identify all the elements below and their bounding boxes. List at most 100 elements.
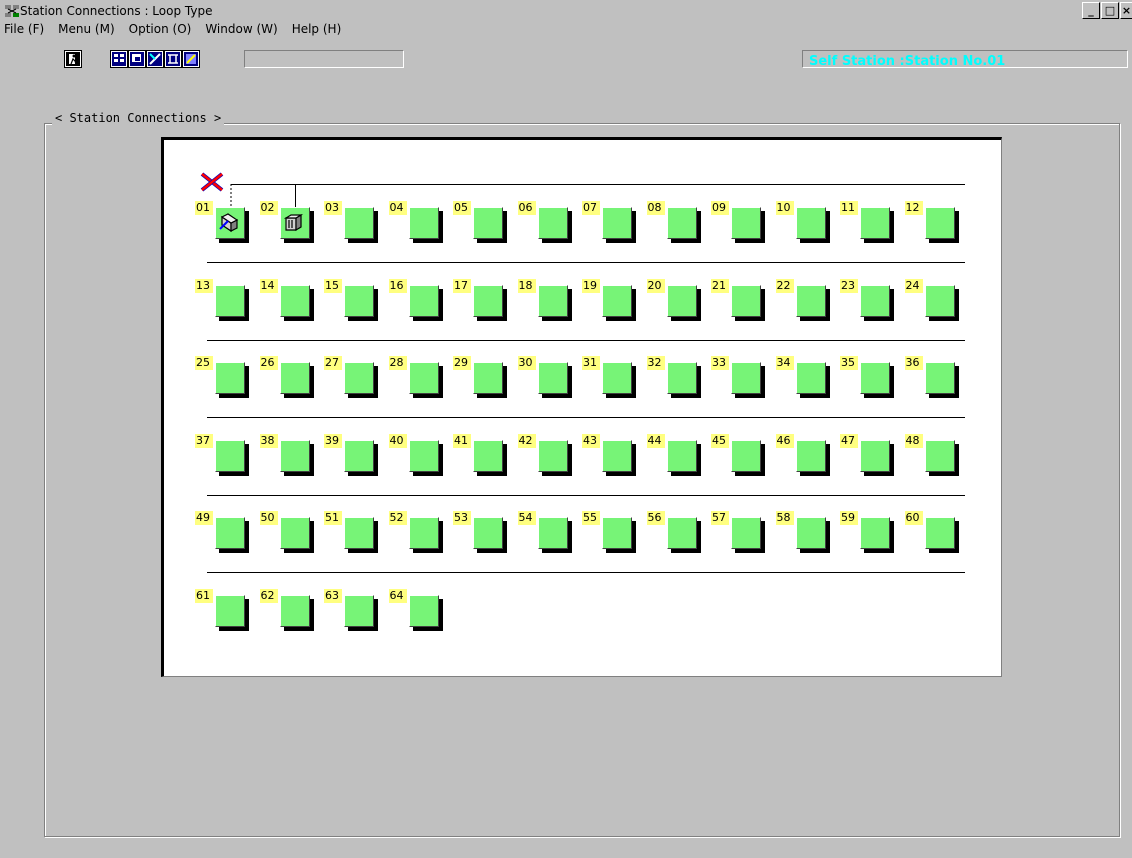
station-box[interactable] xyxy=(279,362,310,394)
station-box[interactable] xyxy=(666,284,697,317)
station-62[interactable]: 62 xyxy=(259,588,314,633)
station-47[interactable]: 47 xyxy=(840,433,894,478)
station-38[interactable]: 38 xyxy=(259,433,314,478)
station-31[interactable]: 31 xyxy=(582,356,636,400)
station-61[interactable]: 61 xyxy=(195,588,249,633)
station-21[interactable]: 21 xyxy=(711,278,765,323)
station-58[interactable]: 58 xyxy=(775,511,830,555)
station-03[interactable]: 03 xyxy=(324,201,378,245)
station-box[interactable] xyxy=(279,439,310,472)
station-63[interactable]: 63 xyxy=(324,588,378,633)
station-box[interactable] xyxy=(215,362,245,394)
station-55[interactable]: 55 xyxy=(582,511,636,555)
station-27[interactable]: 27 xyxy=(324,356,378,400)
menu-file[interactable]: File (F) xyxy=(4,22,44,36)
station-box[interactable] xyxy=(408,207,439,239)
station-06[interactable]: 06 xyxy=(517,201,572,245)
station-23[interactable]: 23 xyxy=(840,278,894,323)
station-box[interactable] xyxy=(924,517,955,549)
station-box[interactable] xyxy=(602,517,632,549)
station-box[interactable] xyxy=(473,362,503,394)
station-14[interactable]: 14 xyxy=(259,278,314,323)
station-48[interactable]: 48 xyxy=(904,433,959,478)
station-44[interactable]: 44 xyxy=(646,433,701,478)
station-box[interactable] xyxy=(344,284,374,317)
station-box[interactable] xyxy=(860,517,890,549)
minimize-button[interactable]: _ xyxy=(1082,2,1100,19)
station-box[interactable] xyxy=(473,439,503,472)
station-09[interactable]: 09 xyxy=(711,201,765,245)
station-box[interactable] xyxy=(537,439,568,472)
station-29[interactable]: 29 xyxy=(453,356,507,400)
station-64[interactable]: 64 xyxy=(388,588,443,633)
station-10[interactable]: 10 xyxy=(775,201,830,245)
station-box[interactable] xyxy=(795,207,826,239)
station-46[interactable]: 46 xyxy=(775,433,830,478)
station-26[interactable]: 26 xyxy=(259,356,314,400)
station-box[interactable] xyxy=(473,207,503,239)
network-test-button[interactable] xyxy=(164,50,182,68)
station-15[interactable]: 15 xyxy=(324,278,378,323)
station-box[interactable] xyxy=(602,284,632,317)
station-box[interactable] xyxy=(215,594,245,627)
station-box[interactable] xyxy=(344,517,374,549)
menu-window[interactable]: Window (W) xyxy=(205,22,277,36)
station-box[interactable] xyxy=(731,517,761,549)
station-box[interactable] xyxy=(924,362,955,394)
station-box[interactable] xyxy=(860,362,890,394)
station-box[interactable] xyxy=(344,594,374,627)
station-18[interactable]: 18 xyxy=(517,278,572,323)
station-52[interactable]: 52 xyxy=(388,511,443,555)
station-box[interactable] xyxy=(215,284,245,317)
station-box[interactable] xyxy=(731,439,761,472)
station-box[interactable] xyxy=(666,207,697,239)
station-12[interactable]: 12 xyxy=(904,201,959,245)
station-box[interactable] xyxy=(537,284,568,317)
station-box[interactable] xyxy=(795,517,826,549)
loop-test-button[interactable] xyxy=(146,50,164,68)
station-25[interactable]: 25 xyxy=(195,356,249,400)
station-box[interactable] xyxy=(408,517,439,549)
station-box[interactable] xyxy=(924,439,955,472)
station-33[interactable]: 33 xyxy=(711,356,765,400)
station-box[interactable] xyxy=(602,439,632,472)
station-box[interactable] xyxy=(408,362,439,394)
station-50[interactable]: 50 xyxy=(259,511,314,555)
station-17[interactable]: 17 xyxy=(453,278,507,323)
station-box[interactable] xyxy=(215,517,245,549)
station-box[interactable] xyxy=(279,284,310,317)
station-05[interactable]: 05 xyxy=(453,201,507,245)
exit-button[interactable] xyxy=(64,50,82,68)
station-box[interactable] xyxy=(408,594,439,627)
station-22[interactable]: 22 xyxy=(775,278,830,323)
station-32[interactable]: 32 xyxy=(646,356,701,400)
station-box[interactable] xyxy=(408,439,439,472)
station-box[interactable] xyxy=(279,517,310,549)
menu-option[interactable]: Option (O) xyxy=(129,22,192,36)
menu-menu[interactable]: Menu (M) xyxy=(58,22,114,36)
station-19[interactable]: 19 xyxy=(582,278,636,323)
station-34[interactable]: 34 xyxy=(775,356,830,400)
station-box[interactable] xyxy=(279,594,310,627)
station-box[interactable] xyxy=(344,362,374,394)
station-box[interactable] xyxy=(924,284,955,317)
station-box[interactable] xyxy=(537,207,568,239)
station-08[interactable]: 08 xyxy=(646,201,701,245)
station-37[interactable]: 37 xyxy=(195,433,249,478)
station-list-button[interactable] xyxy=(110,50,128,68)
close-button[interactable]: × xyxy=(1120,2,1132,19)
station-box[interactable] xyxy=(473,517,503,549)
station-box[interactable] xyxy=(666,517,697,549)
station-box[interactable] xyxy=(795,439,826,472)
station-box[interactable] xyxy=(344,439,374,472)
station-box[interactable] xyxy=(215,439,245,472)
station-49[interactable]: 49 xyxy=(195,511,249,555)
station-28[interactable]: 28 xyxy=(388,356,443,400)
station-51[interactable]: 51 xyxy=(324,511,378,555)
station-box[interactable] xyxy=(860,439,890,472)
station-box[interactable] xyxy=(666,362,697,394)
station-box[interactable] xyxy=(924,207,955,239)
station-detail-button[interactable] xyxy=(128,50,146,68)
station-41[interactable]: 41 xyxy=(453,433,507,478)
station-59[interactable]: 59 xyxy=(840,511,894,555)
